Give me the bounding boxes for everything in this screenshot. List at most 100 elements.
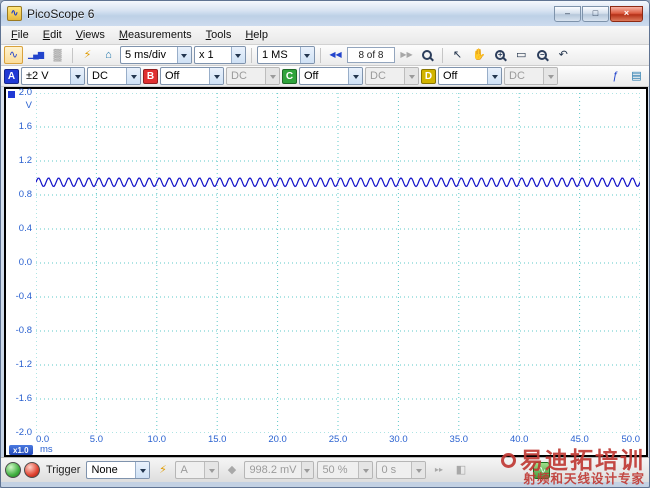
channel-b-icon[interactable]: B [143, 68, 158, 84]
previous-buffer-button[interactable]: ◀◀ [326, 46, 345, 64]
channel-d-icon[interactable]: D [421, 68, 436, 84]
waveform-plot[interactable] [36, 93, 640, 433]
sample-count-select[interactable]: 1 MS [256, 46, 315, 64]
x-axis-unit: ms [40, 444, 53, 455]
trigger-source-value: A [180, 464, 188, 476]
menu-edit[interactable]: Edit [36, 27, 69, 43]
home-button[interactable]: ⌂ [99, 46, 118, 64]
scope-mode-icon: ∿ [8, 48, 19, 61]
zoom-in-tool-button[interactable]: + [491, 46, 510, 64]
pre-trigger-value: 50 % [322, 464, 348, 476]
channel-b-coupling-select: DC [226, 67, 280, 85]
zoom-out-tool-button[interactable]: − [533, 46, 552, 64]
rapid-trigger-button: ▸▸ [429, 461, 448, 479]
menu-views[interactable]: Views [69, 27, 112, 43]
x-tick-label: 40.0 [509, 434, 529, 445]
zoom-indicator-badge[interactable]: x1.0 [9, 445, 33, 455]
pan-tool-button[interactable]: ✋ [469, 46, 489, 64]
y-tick-label: -0.4 [15, 291, 32, 302]
chevron-down-icon [230, 47, 245, 63]
channel-d-coupling-select: DC [504, 67, 558, 85]
timebase-select[interactable]: 5 ms/div [119, 46, 192, 64]
x-tick-label: 10.0 [147, 434, 167, 445]
title-bar[interactable]: ∿ PicoScope 6 – □ × [1, 1, 649, 26]
channel-d-range-value: Off [443, 70, 458, 82]
channel-c-range-select[interactable]: Off [299, 67, 363, 85]
start-capture-button[interactable] [5, 462, 21, 478]
channel-b-range-select[interactable]: Off [160, 67, 224, 85]
channel-c-coupling-value: DC [370, 70, 386, 82]
spectrum-mode-icon: ▁▄▆ [28, 50, 44, 59]
chevron-down-icon [135, 462, 150, 478]
spinner-icon [358, 462, 373, 478]
maximize-button[interactable]: □ [582, 5, 609, 22]
menu-help[interactable]: Help [238, 27, 275, 43]
watermark-line1: 易迪拓培训 [520, 446, 645, 473]
trigger-marker-button: ◆ [222, 461, 241, 479]
y-tick-label: -2.0 [15, 427, 32, 438]
chevron-down-icon [176, 47, 191, 63]
minimize-button[interactable]: – [554, 5, 581, 22]
x-tick-label: 5.0 [89, 434, 103, 445]
channel-b-range-value: Off [165, 70, 180, 82]
next-buffer-icon: ▶▶ [400, 50, 413, 59]
previous-buffer-icon: ◀◀ [329, 50, 342, 59]
trigger-source-select: A [175, 461, 220, 479]
toolbar-separator [250, 47, 252, 63]
trigger-advanced-button[interactable]: ⚡ [153, 461, 172, 479]
undo-zoom-button[interactable]: ↶ [554, 46, 573, 64]
scope-mode-button[interactable]: ∿ [4, 46, 23, 64]
channel-c-range-value: Off [304, 70, 319, 82]
persistence-mode-button[interactable]: ▓ [48, 46, 67, 64]
buffer-overview-icon [422, 50, 433, 60]
close-button[interactable]: × [610, 5, 643, 22]
trigger-timing-icon: ◧ [455, 463, 467, 476]
trigger-delay-field: 0 s [376, 461, 427, 479]
chevron-down-icon [299, 47, 314, 63]
persistence-mode-icon: ▓ [53, 48, 62, 61]
marquee-zoom-tool-button[interactable]: ▭ [512, 46, 531, 64]
watermark-line2: 射频和天线设计专家 [523, 471, 645, 486]
reference-waveforms-button[interactable]: ▤ [627, 67, 646, 85]
trigger-mode-value: None [91, 464, 118, 476]
menu-file[interactable]: File [4, 27, 36, 43]
y-axis-unit: V [25, 100, 32, 111]
watermark: 易迪拓培训 射频和天线设计专家 [501, 446, 645, 486]
trigger-delay-value: 0 s [381, 464, 397, 476]
toolbar-separator [71, 47, 73, 63]
window-controls: – □ × [554, 5, 643, 22]
spectrum-mode-button[interactable]: ▁▄▆ [25, 46, 46, 64]
x-tick-label: 30.0 [389, 434, 408, 445]
channel-a-range-select[interactable]: ±2 V [21, 67, 85, 85]
menu-tools[interactable]: Tools [199, 27, 239, 43]
trigger-marker-icon: ◆ [227, 463, 237, 476]
trigger-mode-select[interactable]: None [86, 461, 151, 479]
chevron-down-icon [126, 68, 140, 84]
spinner-icon [411, 462, 426, 478]
math-channels-button[interactable]: ƒ [606, 67, 625, 85]
undo-zoom-icon: ↶ [558, 48, 568, 61]
x-tick-label: 35.0 [449, 434, 469, 445]
y-tick-label: 0.4 [18, 223, 32, 234]
auto-setup-icon: ⚡ [83, 48, 92, 61]
menu-bar: File Edit Views Measurements Tools Help [1, 26, 649, 45]
trigger-timing-button: ◧ [451, 461, 470, 479]
timebase-value: 5 ms/div [124, 49, 166, 61]
chevron-down-icon [404, 68, 418, 84]
stop-capture-button[interactable] [24, 462, 40, 478]
scope-display[interactable]: V 2.0 1.6 1.2 0.8 0.4 0.0 -0.4 -0.8 -1.2 -1.6 -2.0… [4, 87, 648, 457]
x-tick-label: 45.0 [570, 434, 589, 445]
channel-d-range-select[interactable]: Off [438, 67, 502, 85]
zoom-factor-select[interactable]: x 1 [193, 46, 246, 64]
trigger-threshold-value: 998.2 mV [249, 464, 297, 476]
channel-a-icon[interactable]: A [4, 68, 19, 84]
channel-a-coupling-select[interactable]: DC [87, 67, 141, 85]
channel-c-icon[interactable]: C [282, 68, 297, 84]
menu-measurements[interactable]: Measurements [112, 27, 199, 43]
pointer-tool-button[interactable]: ↖ [448, 46, 467, 64]
buffer-overview-button[interactable] [418, 46, 437, 64]
auto-setup-button[interactable]: ⚡ [78, 46, 97, 64]
main-toolbar: ∿ ▁▄▆ ▓ ⚡ ⌂ 5 ms/div x 1 1 MS ◀◀ 8 of 8 … [1, 45, 649, 66]
trigger-threshold-field: 998.2 mV [244, 461, 315, 479]
chevron-down-icon [209, 68, 223, 84]
